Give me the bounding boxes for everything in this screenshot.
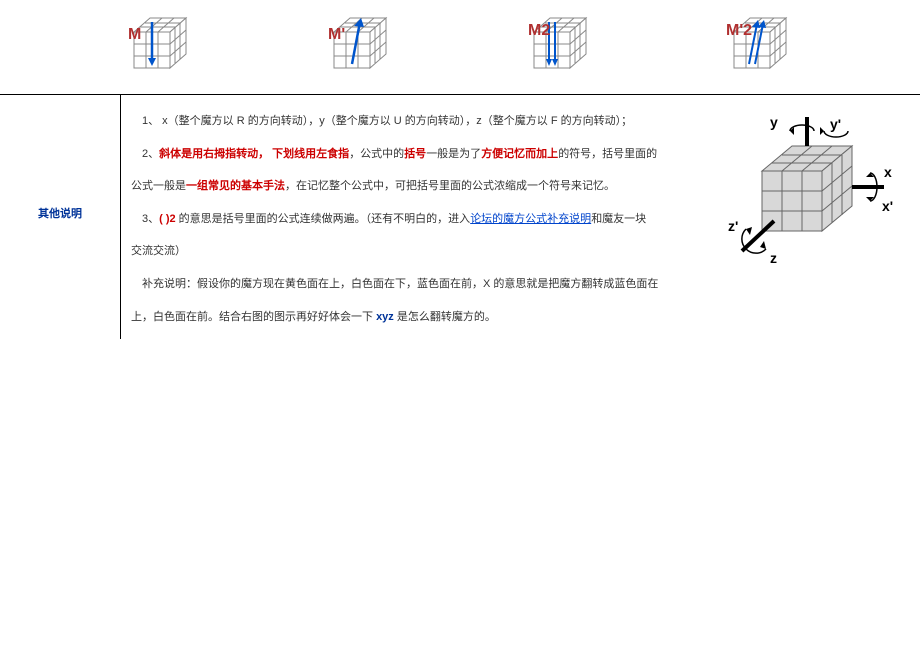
t: ，公式中的 bbox=[349, 148, 404, 160]
t: 的意思是括号里面的公式连续做两遍。（还有不明白的，进入 bbox=[176, 213, 471, 225]
t: 公式一般是 bbox=[131, 180, 186, 192]
axis-zprime-label: z' bbox=[728, 218, 738, 234]
axis-yprime-label: y' bbox=[830, 116, 841, 132]
t: 上，白色面在前。结合右图的图示再好好体会一下 bbox=[131, 311, 376, 323]
axis-xprime-label: x' bbox=[882, 198, 893, 214]
explanation-text: 1、 x（整个魔方以 R 的方向转动），y（整个魔方以 U 的方向转动），z（整… bbox=[121, 95, 708, 339]
t-blue: xyz bbox=[376, 311, 394, 323]
forum-link[interactable]: 论坛的魔方公式补充说明 bbox=[470, 213, 591, 225]
t-red: 括号 bbox=[404, 148, 426, 160]
t: 3、 bbox=[142, 213, 159, 225]
cube-cell-m2prime: M'2 bbox=[660, 8, 860, 86]
cube-cell-m: M bbox=[60, 8, 260, 86]
line-2: 2、斜体是用右拇指转动， 下划线用左食指，公式中的括号一般是为了方便记忆而加上的… bbox=[131, 140, 698, 169]
axis-x-label: x bbox=[884, 164, 892, 180]
cube-cell-m2: M2 bbox=[460, 8, 660, 86]
line-7: 上，白色面在前。结合右图的图示再好好体会一下 xyz 是怎么翻转魔方的。 bbox=[131, 303, 698, 332]
line-6: 补充说明：假设你的魔方现在黄色面在上，白色面在下，蓝色面在前，X 的意思就是把魔… bbox=[131, 270, 698, 299]
axes-diagram: y y' x x' z' z bbox=[708, 95, 920, 295]
t: 的符号，括号里面的 bbox=[558, 148, 657, 160]
cube-label: M' bbox=[328, 26, 345, 44]
line-5: 交流交流） bbox=[131, 237, 698, 266]
cube-diagram-mprime: M' bbox=[320, 12, 400, 82]
line-4: 3、( )2 的意思是括号里面的公式连续做两遍。（还有不明白的，进入论坛的魔方公… bbox=[131, 205, 698, 234]
cube-diagram-m2prime: M'2 bbox=[720, 12, 800, 82]
t: ，在记忆整个公式中，可把括号里面的公式浓缩成一个符号来记忆。 bbox=[285, 180, 615, 192]
axis-z-label: z bbox=[770, 250, 777, 266]
xyz-axes-icon: y y' x x' z' z bbox=[712, 111, 902, 291]
cube-diagram-m2: M2 bbox=[520, 12, 600, 82]
t: 是怎么翻转魔方的。 bbox=[394, 311, 496, 323]
cube-cell-mprime: M' bbox=[260, 8, 460, 86]
t-red: 方便记忆而加上 bbox=[481, 148, 558, 160]
cube-move-row: M M' bbox=[0, 0, 920, 95]
t-red: 一组常见的基本手法 bbox=[186, 180, 285, 192]
axis-y-label: y bbox=[770, 114, 778, 130]
line-1: 1、 x（整个魔方以 R 的方向转动），y（整个魔方以 U 的方向转动），z（整… bbox=[131, 107, 698, 136]
cube-diagram-m: M bbox=[120, 12, 200, 82]
t-red: ( )2 bbox=[159, 213, 176, 225]
explanation-row: 其他说明 1、 x（整个魔方以 R 的方向转动），y（整个魔方以 U 的方向转动… bbox=[0, 95, 920, 339]
cube-icon bbox=[120, 12, 200, 82]
cube-icon bbox=[320, 12, 400, 82]
t: 和魔友一块 bbox=[591, 213, 646, 225]
cube-label: M bbox=[128, 26, 141, 44]
t: 一般是为了 bbox=[426, 148, 481, 160]
sidebar-title: 其他说明 bbox=[0, 95, 121, 339]
cube-label: M2 bbox=[528, 22, 550, 40]
line-3: 公式一般是一组常见的基本手法，在记忆整个公式中，可把括号里面的公式浓缩成一个符号… bbox=[131, 172, 698, 201]
t: 2、 bbox=[142, 148, 159, 160]
t-red: 斜体是用右拇指转动， 下划线用左食指 bbox=[159, 148, 349, 160]
cube-label: M'2 bbox=[726, 22, 752, 40]
